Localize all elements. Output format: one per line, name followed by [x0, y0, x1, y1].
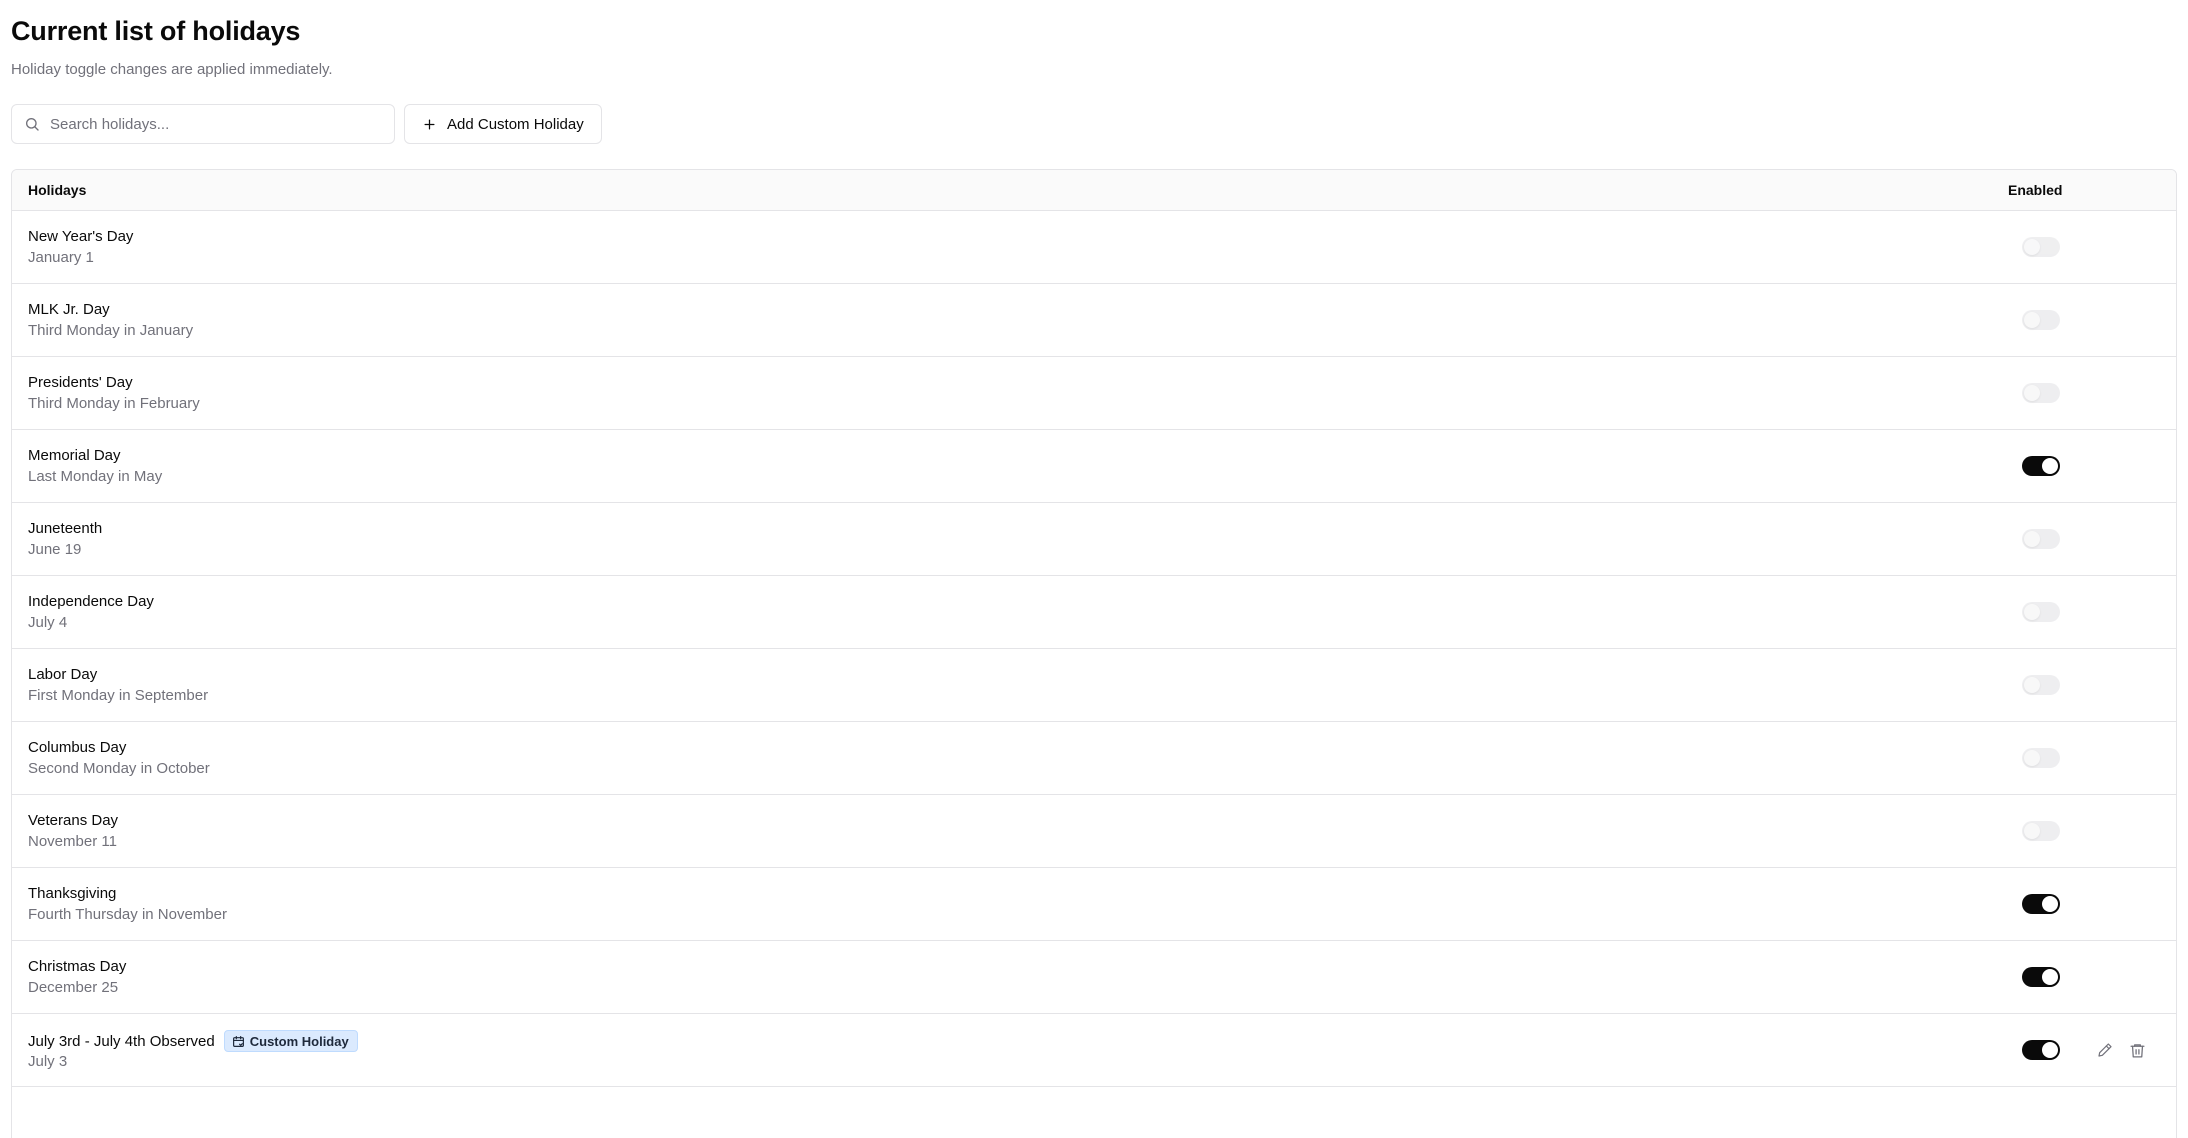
enabled-toggle[interactable] — [2022, 602, 2060, 622]
holiday-name-text: Juneteenth — [28, 520, 103, 537]
holiday-name: Veterans Day — [28, 812, 118, 829]
holiday-date: July 4 — [28, 614, 68, 631]
holiday-name: Thanksgiving — [28, 885, 116, 902]
search-input[interactable] — [50, 115, 370, 133]
table-row: New Year's Day January 1 — [12, 211, 2176, 284]
holiday-date: Third Monday in January — [28, 322, 194, 339]
table-row: Veterans Day November 11 — [12, 795, 2176, 868]
enabled-toggle[interactable] — [2022, 1040, 2060, 1060]
table-row: July 3rd - July 4th Observed Custom Holid… — [12, 1014, 2176, 1087]
holiday-name: Memorial Day — [28, 447, 121, 464]
holiday-name-text: Thanksgiving — [28, 885, 117, 902]
table-body: New Year's Day January 1 MLK Jr. Day Thi… — [12, 211, 2176, 1087]
holiday-name-text: Memorial Day — [28, 447, 121, 464]
holiday-name: Presidents' Day — [28, 374, 133, 391]
enabled-toggle[interactable] — [2022, 894, 2060, 914]
holiday-name-text: New Year's Day — [28, 228, 134, 245]
toggle-knob — [2024, 531, 2040, 547]
trash-icon — [2129, 1043, 2145, 1058]
holiday-date: June 19 — [28, 541, 82, 558]
enabled-toggle[interactable] — [2022, 821, 2060, 841]
table-header: Holidays Enabled — [12, 170, 2176, 211]
toggle-knob — [2024, 677, 2040, 693]
holiday-name: MLK Jr. Day — [28, 301, 110, 318]
holiday-name-text: Veterans Day — [28, 812, 119, 829]
holidays-table: Holidays Enabled New Year's Day January … — [11, 169, 2177, 1138]
holiday-date: Last Monday in May — [28, 468, 163, 485]
holiday-date: July 3 — [28, 1053, 68, 1070]
holiday-date: Second Monday in October — [28, 760, 210, 777]
holiday-name: July 3rd - July 4th Observed Custom Holid… — [28, 1030, 358, 1052]
toggle-knob — [2024, 604, 2040, 620]
table-row: MLK Jr. Day Third Monday in January — [12, 284, 2176, 357]
enabled-toggle[interactable] — [2022, 383, 2060, 403]
holiday-name-text: Independence Day — [28, 593, 154, 610]
calendar-icon — [232, 1035, 244, 1047]
holiday-name-text: Presidents' Day — [28, 374, 133, 391]
table-row: Labor Day First Monday in September — [12, 649, 2176, 722]
table-row: Memorial Day Last Monday in May — [12, 430, 2176, 503]
page-subtitle: Holiday toggle changes are applied immed… — [11, 61, 333, 78]
add-custom-holiday-label: Add Custom Holiday — [447, 115, 584, 133]
toggle-knob — [2042, 896, 2058, 912]
search-box[interactable] — [11, 104, 395, 144]
add-custom-holiday-button[interactable]: Add Custom Holiday — [404, 104, 602, 144]
plus-icon — [424, 119, 435, 129]
enabled-toggle[interactable] — [2022, 748, 2060, 768]
holiday-name: Christmas Day — [28, 958, 126, 975]
holiday-name: Independence Day — [28, 593, 154, 610]
holiday-date: January 1 — [28, 249, 94, 266]
toggle-knob — [2024, 750, 2040, 766]
table-row: Columbus Day Second Monday in October — [12, 722, 2176, 795]
pencil-icon — [2098, 1043, 2112, 1057]
holiday-name: New Year's Day — [28, 228, 133, 245]
column-header-holidays: Holidays — [28, 182, 87, 198]
toggle-knob — [2024, 312, 2040, 328]
holiday-name-text: Labor Day — [28, 666, 98, 683]
enabled-toggle[interactable] — [2022, 675, 2060, 695]
table-row: Juneteenth June 19 — [12, 503, 2176, 576]
toolbar: Add Custom Holiday — [11, 104, 602, 144]
enabled-toggle[interactable] — [2022, 456, 2060, 476]
holiday-date: Fourth Thursday in November — [28, 906, 227, 923]
search-icon — [26, 118, 39, 131]
column-header-enabled: Enabled — [2008, 182, 2063, 198]
table-row: Presidents' Day Third Monday in February — [12, 357, 2176, 430]
toggle-knob — [2024, 239, 2040, 255]
toggle-knob — [2042, 458, 2058, 474]
holiday-name-text: MLK Jr. Day — [28, 301, 110, 318]
enabled-toggle[interactable] — [2022, 310, 2060, 330]
holiday-name-text: July 3rd - July 4th Observed — [28, 1032, 215, 1050]
enabled-toggle[interactable] — [2022, 529, 2060, 549]
holiday-name-text: Columbus Day — [28, 739, 127, 756]
enabled-toggle[interactable] — [2022, 237, 2060, 257]
custom-holiday-badge: Custom Holiday — [223, 1030, 358, 1052]
holiday-date: November 11 — [28, 833, 117, 850]
holiday-date: First Monday in September — [28, 687, 209, 704]
toggle-knob — [2024, 385, 2040, 401]
table-row: Christmas Day December 25 — [12, 941, 2176, 1014]
holiday-name-text: Christmas Day — [28, 958, 127, 975]
enabled-toggle[interactable] — [2022, 967, 2060, 987]
page-title: Current list of holidays — [11, 16, 301, 46]
holiday-date: Third Monday in February — [28, 395, 200, 412]
holiday-name: Columbus Day — [28, 739, 126, 756]
edit-holiday-button[interactable] — [2095, 1040, 2115, 1060]
toggle-knob — [2024, 823, 2040, 839]
custom-holiday-badge-label: Custom Holiday — [249, 1033, 349, 1049]
holiday-name: Labor Day — [28, 666, 97, 683]
toggle-knob — [2042, 1042, 2058, 1058]
table-row: Thanksgiving Fourth Thursday in November — [12, 868, 2176, 941]
toggle-knob — [2042, 969, 2058, 985]
delete-holiday-button[interactable] — [2127, 1040, 2147, 1060]
holiday-name: Juneteenth — [28, 520, 102, 537]
holiday-date: December 25 — [28, 979, 119, 996]
table-row: Independence Day July 4 — [12, 576, 2176, 649]
